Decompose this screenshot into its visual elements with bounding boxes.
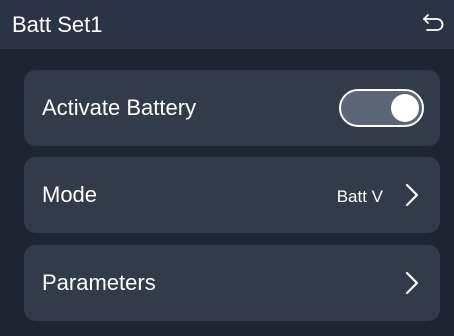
activate-battery-toggle[interactable] xyxy=(339,89,424,127)
activate-battery-label: Activate Battery xyxy=(42,95,197,120)
toggle-knob xyxy=(391,94,419,122)
activate-battery-row[interactable]: Activate Battery xyxy=(24,70,440,146)
header-bar: Batt Set1 xyxy=(0,0,454,49)
return-icon[interactable] xyxy=(418,10,448,40)
mode-value: Batt V xyxy=(336,187,383,206)
chevron-right-icon xyxy=(405,183,419,207)
chevron-right-icon xyxy=(405,271,419,295)
parameters-label: Parameters xyxy=(42,270,156,295)
mode-row[interactable]: Mode Batt V xyxy=(24,157,440,233)
mode-label: Mode xyxy=(42,182,98,207)
parameters-row[interactable]: Parameters xyxy=(24,245,440,321)
battery-settings-screen: Batt Set1 Activate Battery Mode Batt V P… xyxy=(0,0,454,336)
page-title: Batt Set1 xyxy=(12,12,103,37)
